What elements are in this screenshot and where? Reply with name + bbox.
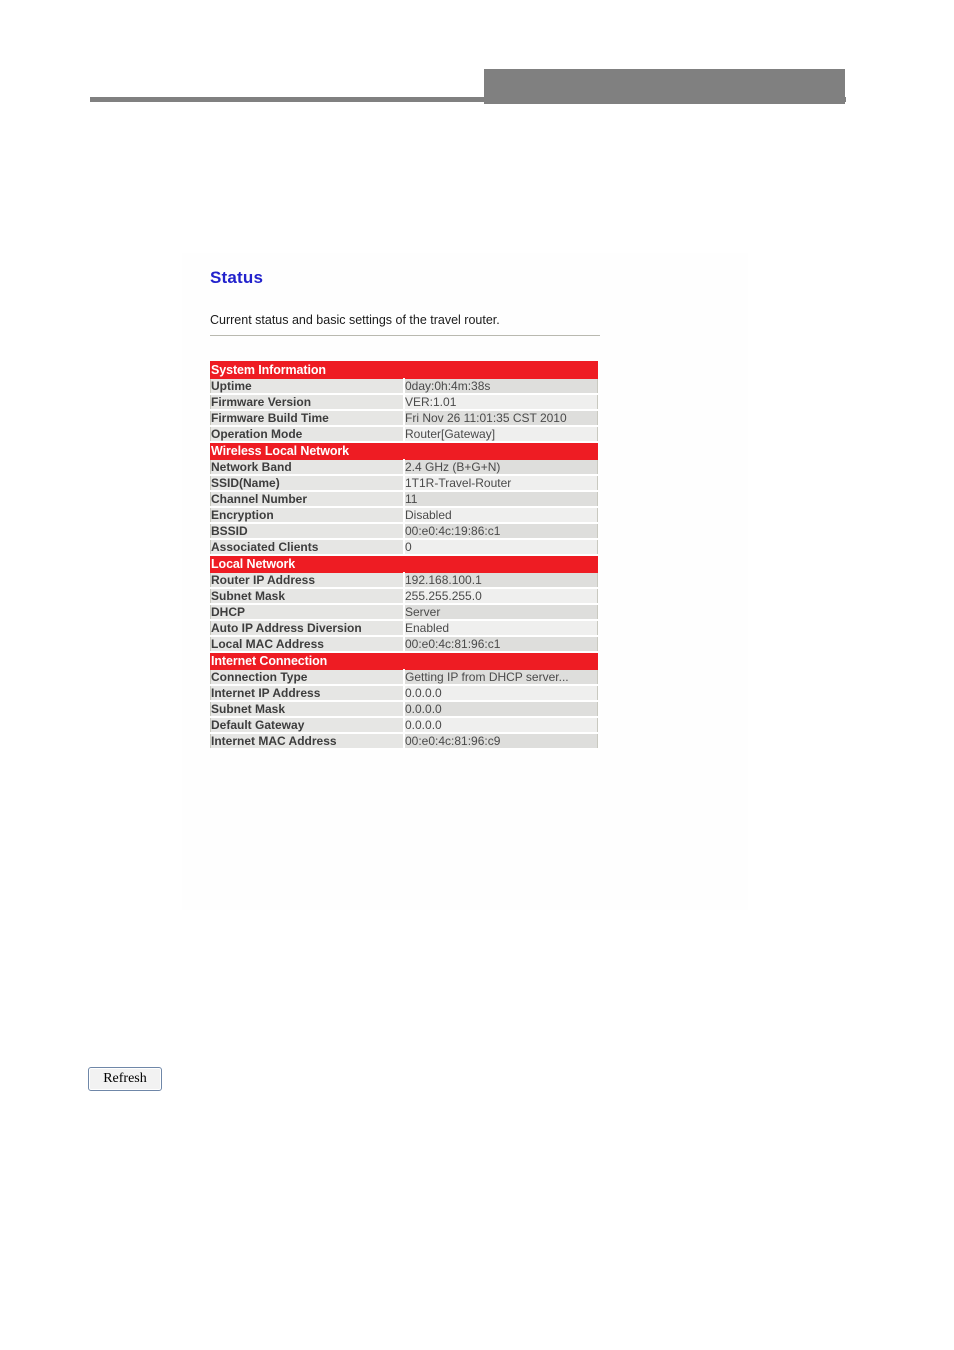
row-label: SSID(Name) (210, 475, 405, 492)
table-row: Subnet Mask 0.0.0.0 (210, 701, 598, 718)
row-value: 0.0.0.0 (404, 701, 598, 718)
row-label: Channel Number (210, 491, 405, 508)
table-row: Internet IP Address 0.0.0.0 (210, 685, 598, 702)
section-title: Local Network (210, 554, 598, 573)
row-value: 0.0.0.0 (404, 717, 598, 734)
table-row: Firmware Build Time Fri Nov 26 11:01:35 C… (210, 410, 598, 427)
row-value: 255.255.255.0 (404, 588, 598, 605)
table-row: Internet MAC Address 00:e0:4c:81:96:c9 (210, 733, 598, 750)
table-section-header: System Information (210, 361, 598, 379)
refresh-button[interactable]: Refresh (88, 1067, 162, 1091)
row-value: Getting IP from DHCP server... (404, 669, 598, 686)
row-label: Encryption (210, 507, 405, 524)
row-label: Network Band (210, 459, 405, 476)
status-content-panel: Status Current status and basic settings… (182, 253, 748, 910)
row-value: 11 (404, 491, 598, 508)
table-row: Router IP Address 192.168.100.1 (210, 572, 598, 589)
table-section-header: Local Network (210, 554, 598, 573)
row-label: Firmware Build Time (210, 410, 405, 427)
row-value: 1T1R-Travel-Router (404, 475, 598, 492)
table-row: Associated Clients 0 (210, 539, 598, 556)
section-title: Wireless Local Network (210, 441, 598, 460)
table-row: Encryption Disabled (210, 507, 598, 524)
table-row: Operation Mode Router[Gateway] (210, 426, 598, 443)
row-value: 2.4 GHz (B+G+N) (404, 459, 598, 476)
row-value: VER:1.01 (404, 394, 598, 411)
row-label: Default Gateway (210, 717, 405, 734)
row-label: Firmware Version (210, 394, 405, 411)
table-row: Subnet Mask 255.255.255.0 (210, 588, 598, 605)
table-row: Connection Type Getting IP from DHCP serv… (210, 669, 598, 686)
row-value: Router[Gateway] (404, 426, 598, 443)
table-row: Auto IP Address Diversion Enabled (210, 620, 598, 637)
table-row: Default Gateway 0.0.0.0 (210, 717, 598, 734)
description-divider (210, 335, 600, 336)
row-label: Uptime (210, 378, 405, 395)
row-value: 00:e0:4c:81:96:c1 (404, 636, 598, 653)
row-label: BSSID (210, 523, 405, 540)
row-label: Connection Type (210, 669, 405, 686)
row-value: 0day:0h:4m:38s (404, 378, 598, 395)
table-row: Local MAC Address 00:e0:4c:81:96:c1 (210, 636, 598, 653)
row-label: Router IP Address (210, 572, 405, 589)
row-value: 00:e0:4c:19:86:c1 (404, 523, 598, 540)
header-divider-rule (90, 97, 846, 102)
row-label: Local MAC Address (210, 636, 405, 653)
page-title: Status (210, 268, 264, 287)
row-label: Operation Mode (210, 426, 405, 443)
row-label: Internet IP Address (210, 685, 405, 702)
table-row: BSSID 00:e0:4c:19:86:c1 (210, 523, 598, 540)
status-table: System Information Uptime 0day:0h:4m:38s Fi… (210, 361, 598, 750)
row-value: 00:e0:4c:81:96:c9 (404, 733, 598, 750)
row-value: 0 (404, 539, 598, 556)
row-label: Subnet Mask (210, 701, 405, 718)
table-row: Network Band 2.4 GHz (B+G+N) (210, 459, 598, 476)
table-row: Uptime 0day:0h:4m:38s (210, 378, 598, 395)
table-row: Firmware Version VER:1.01 (210, 394, 598, 411)
row-value: Disabled (404, 507, 598, 524)
page-description: Current status and basic settings of the… (210, 313, 500, 327)
section-title: System Information (210, 361, 598, 379)
section-title: Internet Connection (210, 651, 598, 670)
row-value: 0.0.0.0 (404, 685, 598, 702)
page-header (0, 0, 954, 120)
row-label: Associated Clients (210, 539, 405, 556)
row-label: Internet MAC Address (210, 733, 405, 750)
row-value: Fri Nov 26 11:01:35 CST 2010 (404, 410, 598, 427)
table-row: SSID(Name) 1T1R-Travel-Router (210, 475, 598, 492)
row-value: 192.168.100.1 (404, 572, 598, 589)
row-label: Subnet Mask (210, 588, 405, 605)
table-section-header: Wireless Local Network (210, 441, 598, 460)
row-value: Server (404, 604, 598, 621)
row-value: Enabled (404, 620, 598, 637)
row-label: Auto IP Address Diversion (210, 620, 405, 637)
table-row: DHCP Server (210, 604, 598, 621)
table-row: Channel Number 11 (210, 491, 598, 508)
row-label: DHCP (210, 604, 405, 621)
table-section-header: Internet Connection (210, 651, 598, 670)
